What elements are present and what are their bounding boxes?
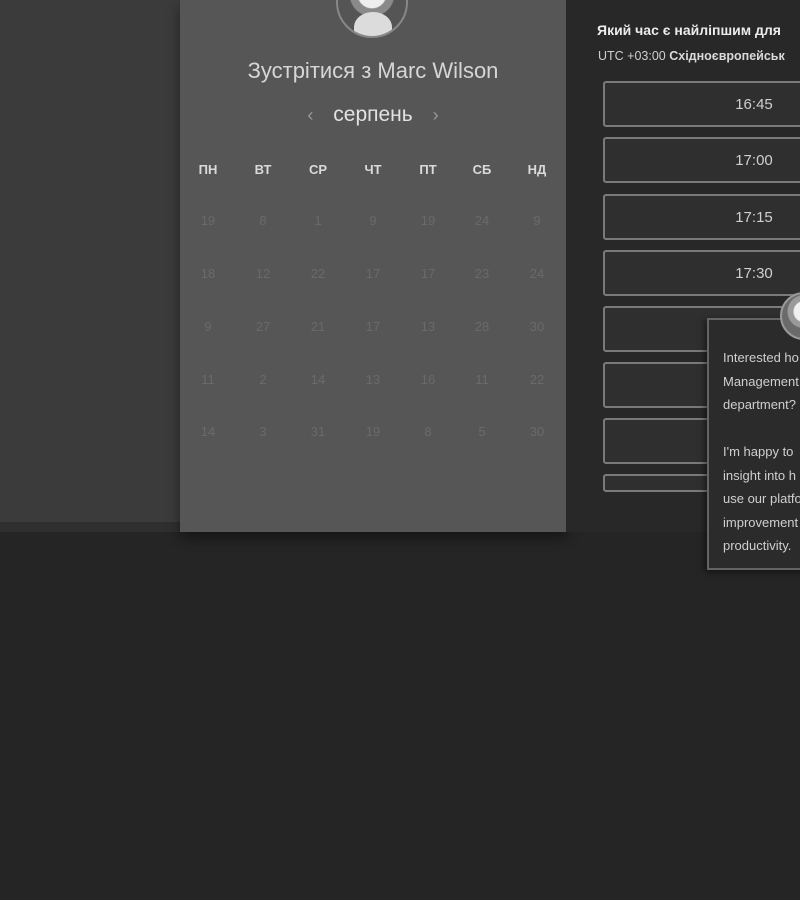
- month-label: серпень: [333, 103, 413, 126]
- time-slot-button[interactable]: 17:30: [603, 250, 800, 296]
- calendar-day[interactable]: 30: [517, 424, 557, 439]
- calendar-day[interactable]: 11: [462, 372, 502, 387]
- calendar-day[interactable]: 18: [188, 266, 228, 281]
- calendar-day[interactable]: 12: [243, 266, 283, 281]
- calendar-day[interactable]: 1: [298, 213, 338, 228]
- time-slot-label: 17:15: [735, 209, 773, 226]
- calendar-day[interactable]: 8: [408, 424, 448, 439]
- calendar-day[interactable]: 9: [517, 213, 557, 228]
- time-slot-button[interactable]: 16:45: [603, 81, 800, 127]
- left-panel-footer: [0, 522, 180, 532]
- calendar-day[interactable]: 14: [298, 372, 338, 387]
- calendar-day[interactable]: 3: [243, 424, 283, 439]
- left-panel: [0, 0, 180, 522]
- chat-message: Interested ho Management department? I'm ha…: [723, 346, 800, 558]
- calendar-day[interactable]: 24: [462, 213, 502, 228]
- time-slot-button[interactable]: 17:15: [603, 194, 800, 240]
- timezone-label: UTC +03:00 Східноєвропейськ: [598, 49, 800, 63]
- calendar-day[interactable]: 17: [353, 266, 393, 281]
- meeting-title: Зустрітися з Marc Wilson: [247, 58, 499, 83]
- calendar-day[interactable]: 24: [517, 266, 557, 281]
- calendar-day[interactable]: 17: [408, 266, 448, 281]
- weekday-label: ПТ: [419, 162, 437, 177]
- chat-line: use our platfo: [723, 491, 800, 506]
- chat-line: I'm happy to: [723, 444, 794, 459]
- calendar-day[interactable]: 16: [408, 372, 448, 387]
- month-navigation: ‹ серпень ›: [180, 103, 566, 127]
- calendar-day[interactable]: 23: [462, 266, 502, 281]
- weekday-label: СР: [308, 162, 328, 177]
- calendar-day[interactable]: 11: [188, 372, 228, 387]
- calendar-day[interactable]: 22: [298, 266, 338, 281]
- calendar-day[interactable]: 9: [188, 319, 228, 334]
- calendar-day[interactable]: 2: [243, 372, 283, 387]
- time-slot-label: 16:45: [735, 96, 773, 113]
- calendar-day[interactable]: 13: [408, 319, 448, 334]
- calendar-day[interactable]: 30: [517, 319, 557, 334]
- calendar-day[interactable]: 21: [298, 319, 338, 334]
- calendar-day[interactable]: 22: [517, 372, 557, 387]
- time-slot-label: 17:30: [735, 265, 773, 282]
- time-slot-button[interactable]: 17:00: [603, 137, 800, 183]
- calendar-day[interactable]: 19: [353, 424, 393, 439]
- chat-line: productivity.: [723, 538, 792, 553]
- chat-line: department?: [723, 397, 796, 412]
- timezone-name: Східноєвропейськ: [669, 49, 785, 63]
- chat-line: Management: [723, 373, 799, 389]
- weekday-label: ВТ: [254, 162, 272, 177]
- weekday-label: СБ: [472, 162, 492, 177]
- calendar-day[interactable]: 31: [298, 424, 338, 439]
- chat-line: insight into h: [723, 467, 796, 483]
- weekday-label: ЧТ: [364, 162, 382, 177]
- calendar-day[interactable]: 13: [353, 372, 393, 387]
- slot-question: Який час є найліпшим для: [597, 22, 781, 38]
- chat-line: improvement: [723, 514, 799, 530]
- weekday-label: НД: [527, 162, 547, 177]
- calendar-day[interactable]: 8: [243, 213, 283, 228]
- next-month-icon[interactable]: ›: [419, 105, 453, 126]
- calendar-day[interactable]: 14: [188, 424, 228, 439]
- calendar-day[interactable]: 9: [353, 213, 393, 228]
- calendar-day[interactable]: 5: [462, 424, 502, 439]
- time-slot-label: 17:00: [735, 152, 773, 169]
- calendar-day[interactable]: 19: [188, 213, 228, 228]
- timezone-offset: UTC +03:00: [598, 49, 666, 63]
- calendar-day[interactable]: 27: [243, 319, 283, 334]
- calendar-day[interactable]: 19: [408, 213, 448, 228]
- chat-line: [723, 417, 800, 441]
- chat-line: Interested ho: [723, 350, 799, 365]
- calendar-day[interactable]: 28: [462, 319, 502, 334]
- prev-month-icon[interactable]: ‹: [293, 105, 327, 126]
- weekday-label: ПН: [198, 162, 218, 177]
- calendar-day[interactable]: 17: [353, 319, 393, 334]
